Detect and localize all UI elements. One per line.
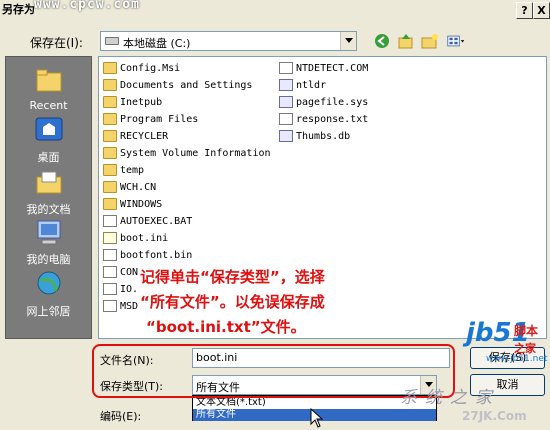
my-computer-icon (33, 217, 65, 249)
system-file-icon (279, 96, 293, 108)
place-recent-label: Recent (29, 99, 68, 112)
file-icon (103, 266, 117, 278)
place-desktop-label: 桌面 (37, 151, 60, 164)
watermark-jb51-url: www.jb51.net (486, 354, 548, 364)
annotation-line-1: 记得单击“保存类型”，选择 (140, 268, 325, 286)
folder-icon (103, 96, 117, 108)
new-folder-icon[interactable] (420, 32, 440, 50)
save-in-label: 保存在(I): (30, 36, 83, 50)
list-item[interactable]: bootfont.bin (103, 247, 192, 263)
system-file-icon (279, 79, 293, 91)
help-button[interactable]: ? (516, 2, 533, 19)
save-in-combo[interactable]: 本地磁盘 (C:) (100, 31, 357, 51)
place-desktop[interactable]: 桌面 (6, 115, 91, 165)
list-item[interactable]: NTDETECT.COM (279, 60, 368, 76)
list-item[interactable]: Documents and Settings (103, 77, 252, 93)
place-my-computer-label: 我的电脑 (26, 253, 71, 266)
close-button[interactable]: X (533, 2, 550, 19)
file-icon (279, 62, 293, 74)
places-bar: Recent 桌面 我的文档 我的电脑 网上邻居 (5, 56, 92, 339)
title-bar: 另存为 www.cpcw.com ? X (0, 0, 550, 21)
list-item[interactable]: IO. (103, 281, 138, 297)
list-item[interactable]: CON (103, 264, 138, 280)
encoding-label: 编码(E): (100, 410, 142, 423)
watermark-jb51-cn1: 脚本 (514, 324, 539, 338)
recent-documents-icon (33, 65, 65, 97)
window-title: 另存为 (2, 3, 35, 16)
file-icon (103, 300, 117, 312)
folder-icon (103, 164, 117, 176)
folder-icon (103, 79, 117, 91)
folder-icon (103, 130, 117, 142)
network-places-icon (33, 269, 65, 301)
list-item[interactable]: RECYCLER (103, 128, 168, 144)
folder-icon (103, 198, 117, 210)
folder-icon (103, 113, 117, 125)
watermark-site2-url: 27JK.Com (462, 409, 527, 423)
file-icon (103, 249, 117, 261)
chevron-down-icon[interactable] (340, 32, 356, 50)
folder-icon (103, 62, 117, 74)
annotation-line-3: “boot.ini.txt”文件。 (146, 318, 306, 336)
folder-icon (103, 181, 117, 193)
folder-icon (103, 147, 117, 159)
list-item[interactable]: MSD (103, 298, 138, 314)
desktop-icon (33, 115, 65, 147)
place-recent[interactable]: Recent (6, 65, 91, 112)
save-in-value: 本地磁盘 (C:) (123, 37, 191, 50)
list-item[interactable]: System Volume Information (103, 145, 271, 161)
annotation-line-2: “所有文件”。以免误保存成 (140, 293, 325, 311)
list-item[interactable]: Program Files (103, 111, 198, 127)
place-my-computer[interactable]: 我的电脑 (6, 217, 91, 267)
list-item[interactable]: temp (103, 162, 144, 178)
file-icon (103, 283, 117, 295)
list-item[interactable]: AUTOEXEC.BAT (103, 213, 192, 229)
watermark-site2: 系统之家 (400, 388, 500, 408)
settings-file-icon (103, 232, 117, 244)
list-item[interactable]: Inetpub (103, 94, 162, 110)
back-icon[interactable] (372, 32, 392, 50)
watermark-top: www.cpcw.com (34, 0, 140, 12)
list-item[interactable]: Thumbs.db (279, 128, 350, 144)
list-item[interactable]: pagefile.sys (279, 94, 368, 110)
list-item[interactable]: WCH.CN (103, 179, 156, 195)
mouse-cursor-icon (310, 408, 324, 428)
file-icon (103, 215, 117, 227)
place-network-label: 网上邻居 (26, 305, 71, 318)
up-folder-icon[interactable] (396, 32, 416, 50)
system-file-icon (279, 130, 293, 142)
place-my-documents-label: 我的文档 (26, 203, 71, 216)
list-item[interactable]: boot.ini (103, 230, 168, 246)
file-icon (279, 113, 293, 125)
place-network[interactable]: 网上邻居 (6, 269, 91, 319)
list-item[interactable]: WINDOWS (103, 196, 162, 212)
my-documents-icon (33, 167, 65, 199)
place-my-documents[interactable]: 我的文档 (6, 167, 91, 217)
views-menu-icon[interactable] (444, 32, 468, 50)
list-item[interactable]: ntldr (279, 77, 326, 93)
list-item[interactable]: response.txt (279, 111, 368, 127)
drive-icon (105, 37, 119, 45)
list-item[interactable]: Config.Msi (103, 60, 180, 76)
